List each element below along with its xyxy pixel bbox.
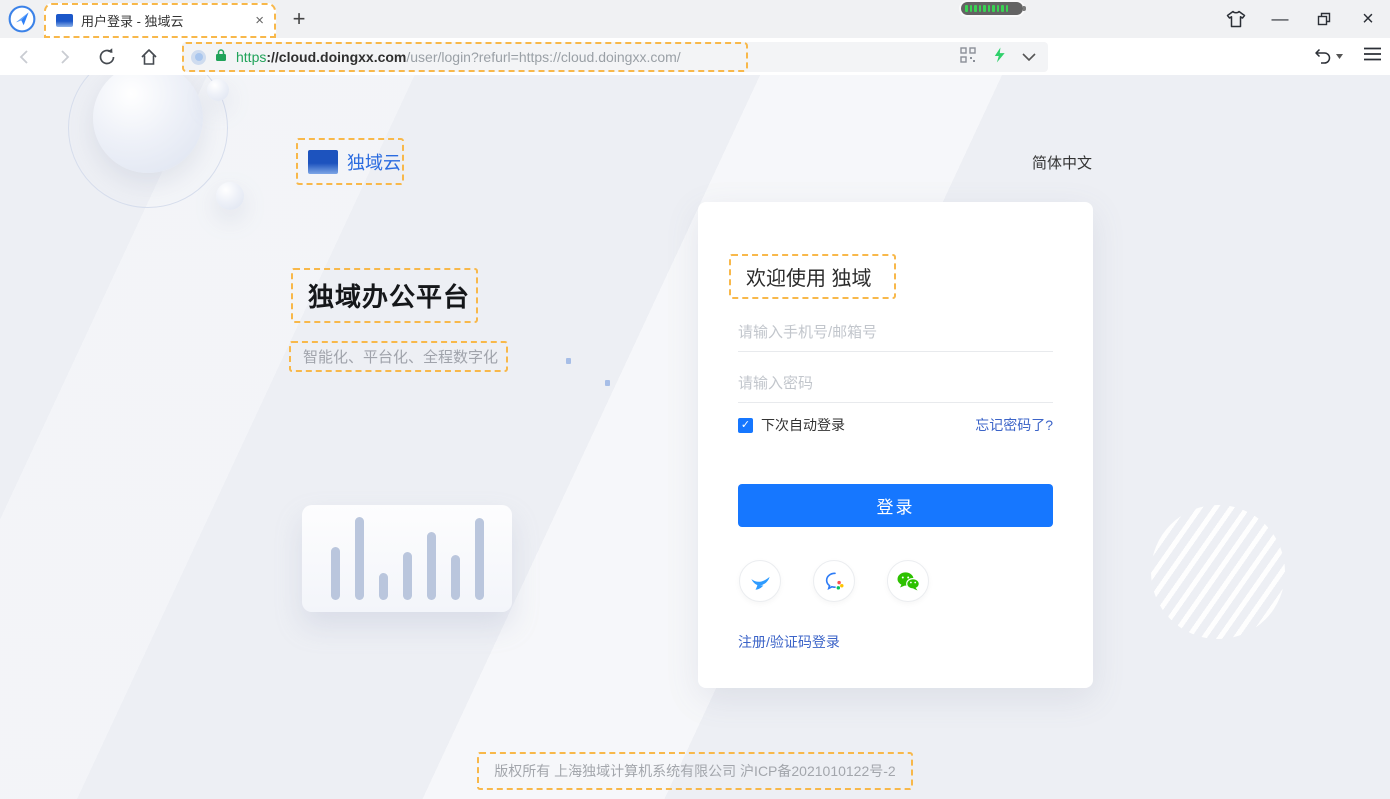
wecom-login-button[interactable] (813, 560, 855, 602)
tab-close-icon[interactable]: × (253, 12, 266, 29)
account-input[interactable] (738, 314, 1053, 352)
reopen-tab-button[interactable] (1313, 48, 1343, 65)
reopen-dropdown-caret (1336, 54, 1343, 59)
browser-tab[interactable]: 用户登录 - 独域云 × (44, 3, 276, 38)
hero-subtitle: 智能化、平台化、全程数字化 (303, 346, 498, 367)
tiny-image-artifact (566, 358, 571, 364)
forgot-password-link[interactable]: 忘记密码了? (975, 415, 1053, 435)
chart-bar (403, 552, 412, 600)
site-circle-icon[interactable] (191, 50, 206, 65)
login-title: 欢迎使用 独域 (746, 262, 872, 291)
hero-title: 独域办公平台 (308, 277, 470, 314)
addressbar-dropdown-icon[interactable] (1022, 48, 1036, 66)
tiny-image-artifact (605, 380, 610, 386)
qr-code-icon[interactable] (959, 46, 977, 69)
home-icon[interactable] (138, 46, 160, 68)
navigation-bar: https://cloud.doingxx.com/user/login?ref… (0, 38, 1390, 75)
address-bar[interactable]: https://cloud.doingxx.com/user/login?ref… (182, 42, 1048, 72)
auto-login-label: 下次自动登录 (761, 415, 845, 435)
chart-bar (331, 547, 340, 600)
language-switch[interactable]: 简体中文 (1032, 152, 1092, 173)
ssl-lock-icon (215, 48, 227, 67)
hero-title-box: 独域办公平台 (291, 268, 478, 323)
sphere-decoration-small (216, 182, 244, 210)
new-tab-button[interactable]: + (286, 6, 312, 32)
dingtalk-icon (749, 570, 772, 593)
url-text[interactable]: https://cloud.doingxx.com/user/login?ref… (236, 49, 681, 65)
back-icon[interactable] (13, 46, 35, 68)
url-host: ://cloud.doingxx.com (266, 49, 406, 65)
url-scheme: https (236, 49, 266, 65)
dingtalk-login-button[interactable] (739, 560, 781, 602)
menu-icon[interactable] (1363, 47, 1382, 66)
chart-bar (355, 517, 364, 600)
chart-bar (427, 532, 436, 600)
url-path: /user/login?refurl=https://cloud.doingxx… (406, 49, 680, 65)
skin-theme-button[interactable] (1214, 0, 1258, 38)
close-window-button[interactable]: × (1346, 0, 1390, 38)
login-button[interactable]: 登录 (738, 484, 1053, 527)
browser-logo-icon[interactable] (8, 5, 36, 33)
browser-window: 用户登录 - 独域云 × + — × (0, 0, 1390, 799)
tab-favicon-icon (56, 14, 73, 27)
hero-subtitle-box: 智能化、平台化、全程数字化 (289, 341, 508, 372)
refresh-icon[interactable] (96, 46, 118, 68)
account-field (738, 314, 1053, 352)
striped-circle-decoration (1151, 505, 1285, 639)
title-bar: 用户登录 - 独域云 × + — × (0, 0, 1390, 38)
chart-bar (379, 573, 388, 600)
login-title-box: 欢迎使用 独域 (729, 254, 896, 299)
password-input[interactable] (738, 365, 1053, 403)
password-field (738, 365, 1053, 403)
footer: 版权所有 上海独域计算机系统有限公司 沪ICP备2021010122号-2 (0, 752, 1390, 790)
lightning-icon[interactable] (992, 46, 1007, 69)
forward-icon[interactable] (54, 46, 76, 68)
login-options-row: ✓ 下次自动登录 忘记密码了? (738, 415, 1053, 435)
brand-logo-icon (308, 150, 338, 174)
tab-title: 用户登录 - 独域云 (81, 11, 245, 30)
copyright-text: 版权所有 上海独域计算机系统有限公司 沪ICP备2021010122号-2 (494, 763, 895, 779)
register-link[interactable]: 注册/验证码登录 (738, 632, 840, 652)
login-card: 欢迎使用 独域 ✓ 下次自动登录 忘记密码了? 登录 (698, 202, 1093, 688)
battery-indicator (961, 2, 1023, 15)
auto-login-checkbox-group[interactable]: ✓ 下次自动登录 (738, 415, 845, 435)
brand-logo[interactable]: 独域云 (296, 138, 404, 185)
sphere-decoration-small (207, 79, 229, 101)
auto-login-checkbox[interactable]: ✓ (738, 418, 753, 433)
chart-bar (475, 518, 484, 600)
minimize-button[interactable]: — (1258, 0, 1302, 38)
brand-name: 独域云 (347, 149, 401, 175)
social-login-row (739, 560, 929, 602)
restore-button[interactable] (1302, 0, 1346, 38)
chart-bar (451, 555, 460, 600)
window-controls: — × (1214, 0, 1390, 38)
wechat-login-button[interactable] (887, 560, 929, 602)
wechat-icon (896, 571, 921, 592)
page-content: 独域云 简体中文 独域办公平台 智能化、平台化、全程数字化 欢迎使用 独域 (0, 75, 1390, 799)
bar-chart (302, 505, 512, 612)
wecom-icon (823, 570, 846, 593)
